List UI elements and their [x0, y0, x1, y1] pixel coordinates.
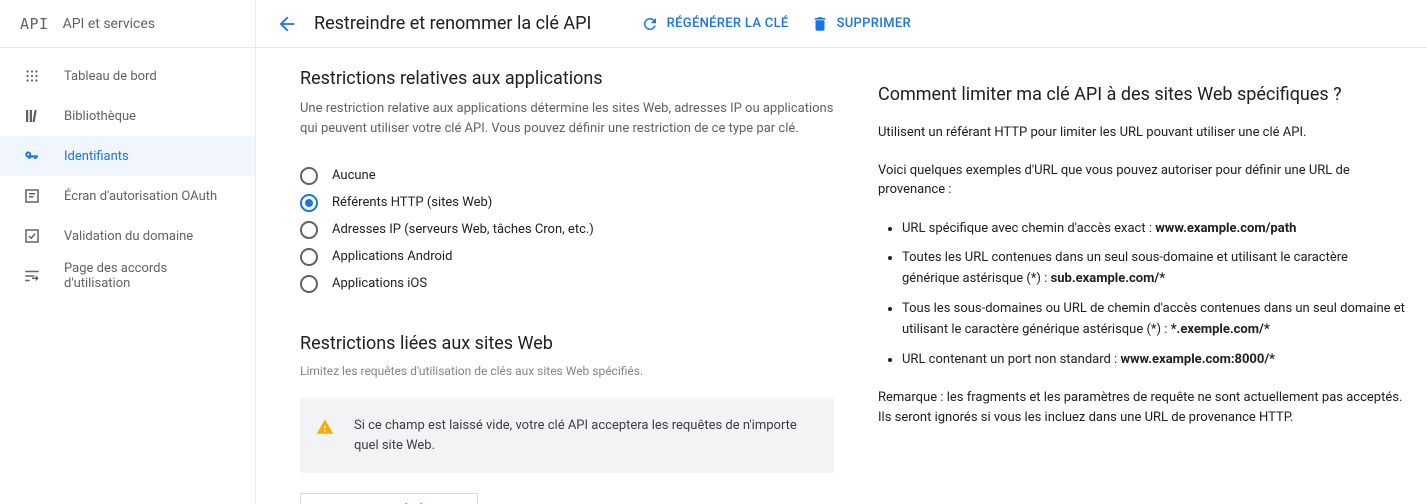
sidebar-item-credentials[interactable]: Identifiants — [0, 136, 255, 176]
add-item-button[interactable]: AJOUTER UN ÉLÉMENT — [300, 493, 478, 504]
radio-option-android[interactable]: Applications Android — [300, 243, 834, 270]
warning-text: Si ce champ est laissé vide, votre clé A… — [354, 416, 816, 455]
sidebar-item-label: Identifiants — [64, 149, 129, 164]
regenerate-key-button[interactable]: RÉGÉNÉRER LA CLÉ — [641, 15, 789, 33]
radio-icon — [300, 194, 318, 212]
help-example-item: URL spécifique avec chemin d'accès exact… — [902, 218, 1407, 239]
page-title: Restreindre et renommer la clé API — [314, 13, 591, 34]
back-arrow-icon[interactable] — [276, 13, 298, 35]
app-restrictions-desc: Une restriction relative aux application… — [300, 99, 834, 138]
sidebar-item-dashboard[interactable]: Tableau de bord — [0, 56, 255, 96]
website-restrictions-desc: Limitez les requêtes d'utilisation de cl… — [300, 364, 834, 378]
radio-icon — [300, 167, 318, 185]
sidebar-nav: Tableau de bord Bibliothèque Identifiant… — [0, 48, 255, 296]
refresh-icon — [641, 15, 659, 33]
content-left: Restrictions relatives aux applications … — [256, 48, 878, 504]
sidebar: API API et services Tableau de bord Bibl… — [0, 0, 256, 504]
sidebar-item-label: Bibliothèque — [64, 109, 136, 124]
radio-option-ip-addresses[interactable]: Adresses IP (serveurs Web, tâches Cron, … — [300, 216, 834, 243]
radio-option-http-referrers[interactable]: Référents HTTP (sites Web) — [300, 189, 834, 216]
delete-button[interactable]: SUPPRIMER — [811, 15, 911, 33]
key-icon — [22, 146, 42, 166]
warning-icon — [316, 418, 334, 440]
main-header: Restreindre et renommer la clé API RÉGÉN… — [256, 0, 1427, 48]
help-example-item: Toutes les URL contenues dans un seul so… — [902, 247, 1407, 290]
settings-icon — [22, 266, 42, 286]
radio-icon — [300, 221, 318, 239]
radio-label: Référents HTTP (sites Web) — [332, 195, 492, 210]
sidebar-item-label: Écran d'autorisation OAuth — [64, 189, 217, 204]
radio-label: Applications iOS — [332, 276, 427, 291]
check-box-icon — [22, 226, 42, 246]
regenerate-label: RÉGÉNÉRER LA CLÉ — [667, 16, 789, 31]
help-examples-list: URL spécifique avec chemin d'accès exact… — [878, 218, 1407, 371]
help-example-item: Tous les sous-domaines ou URL de chemin … — [902, 298, 1407, 341]
restriction-radio-group: Aucune Référents HTTP (sites Web) Adress… — [300, 162, 834, 297]
warning-box: Si ce champ est laissé vide, votre clé A… — [300, 398, 834, 473]
sidebar-item-domain-verification[interactable]: Validation du domaine — [0, 216, 255, 256]
main: Restreindre et renommer la clé API RÉGÉN… — [256, 0, 1427, 504]
sidebar-item-oauth-consent[interactable]: Écran d'autorisation OAuth — [0, 176, 255, 216]
consent-screen-icon — [22, 186, 42, 206]
website-restrictions-title: Restrictions liées aux sites Web — [300, 333, 834, 354]
delete-label: SUPPRIMER — [837, 16, 911, 31]
sidebar-item-label: Validation du domaine — [64, 229, 193, 244]
radio-label: Aucune — [332, 168, 376, 183]
dashboard-icon — [22, 66, 42, 86]
sidebar-header: API API et services — [0, 0, 255, 48]
help-title: Comment limiter ma clé API à des sites W… — [878, 84, 1407, 105]
radio-label: Applications Android — [332, 249, 452, 264]
sidebar-item-usage-agreements[interactable]: Page des accords d'utilisation — [0, 256, 255, 296]
help-note: Remarque : les fragments et les paramètr… — [878, 388, 1407, 427]
content: Restrictions relatives aux applications … — [256, 48, 1427, 504]
help-panel: Comment limiter ma clé API à des sites W… — [878, 48, 1427, 504]
trash-icon — [811, 15, 829, 33]
app-restrictions-title: Restrictions relatives aux applications — [300, 68, 834, 89]
radio-option-none[interactable]: Aucune — [300, 162, 834, 189]
help-example-item: URL contenant un port non standard : www… — [902, 349, 1407, 370]
radio-icon — [300, 248, 318, 266]
product-name: API et services — [63, 16, 155, 32]
sidebar-item-label: Tableau de bord — [64, 69, 157, 84]
radio-label: Adresses IP (serveurs Web, tâches Cron, … — [332, 222, 594, 237]
radio-option-ios[interactable]: Applications iOS — [300, 270, 834, 297]
sidebar-item-label: Page des accords d'utilisation — [64, 261, 233, 291]
api-logo: API — [20, 15, 49, 33]
help-examples-intro: Voici quelques exemples d'URL que vous p… — [878, 161, 1407, 200]
help-intro: Utilisent un référant HTTP pour limiter … — [878, 123, 1407, 143]
sidebar-item-library[interactable]: Bibliothèque — [0, 96, 255, 136]
library-icon — [22, 106, 42, 126]
radio-icon — [300, 275, 318, 293]
